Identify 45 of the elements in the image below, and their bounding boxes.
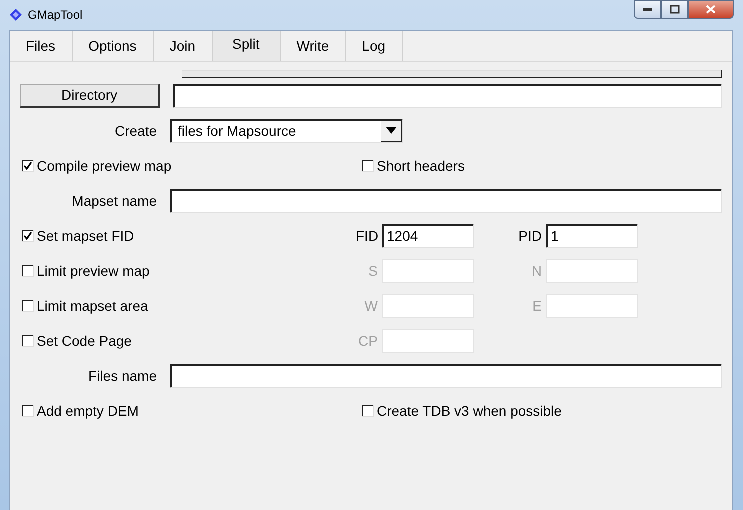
checkbox[interactable] bbox=[22, 264, 34, 276]
checkbox[interactable] bbox=[362, 160, 374, 172]
maximize-icon bbox=[670, 5, 680, 14]
checkbox-label: Create TDB v3 when possible bbox=[377, 402, 562, 418]
checkbox[interactable] bbox=[22, 300, 34, 312]
directory-field[interactable] bbox=[173, 84, 722, 108]
maximize-button[interactable] bbox=[661, 0, 688, 19]
field-label: Mapset name bbox=[71, 192, 158, 208]
create-dropdown[interactable]: files for Mapsource bbox=[170, 118, 403, 142]
checkbox-label: Limit mapset area bbox=[37, 298, 148, 314]
input-field[interactable] bbox=[170, 364, 722, 388]
window-title: GMapTool bbox=[28, 8, 84, 22]
directory-button[interactable]: Directory bbox=[20, 84, 160, 108]
checkbox-label: Short headers bbox=[377, 158, 465, 174]
field-label: Files name bbox=[88, 368, 158, 384]
input-field[interactable] bbox=[170, 188, 722, 212]
tab[interactable]: Split bbox=[212, 31, 281, 61]
checkbox[interactable] bbox=[22, 404, 34, 416]
checkbox[interactable] bbox=[22, 230, 34, 242]
checkbox-label: Set Code Page bbox=[37, 332, 132, 348]
checkbox[interactable] bbox=[22, 160, 34, 172]
tab[interactable]: Options bbox=[72, 31, 154, 61]
field-label: S bbox=[368, 262, 379, 278]
checkbox[interactable] bbox=[362, 404, 374, 416]
checkbox-label: Compile preview map bbox=[37, 158, 172, 174]
field-label: N bbox=[530, 262, 543, 278]
app-icon bbox=[10, 9, 22, 21]
field-label: E bbox=[532, 298, 543, 314]
minimize-icon bbox=[643, 8, 652, 11]
input-field[interactable]: 1 bbox=[546, 224, 638, 248]
field-label: Create bbox=[114, 122, 158, 138]
minimize-button[interactable] bbox=[634, 0, 661, 19]
checkbox[interactable] bbox=[22, 334, 34, 346]
field-label: W bbox=[364, 298, 379, 314]
checkbox-label: Add empty DEM bbox=[37, 402, 139, 418]
input-field[interactable]: 1204 bbox=[382, 224, 474, 248]
dropdown-arrow-icon bbox=[386, 127, 396, 134]
field-label: PID bbox=[518, 228, 543, 244]
tab[interactable]: Write bbox=[280, 31, 346, 61]
field-label: CP bbox=[358, 332, 379, 348]
close-button[interactable] bbox=[688, 0, 734, 19]
checkbox-label: Set mapset FID bbox=[37, 228, 134, 244]
field-label: FID bbox=[356, 228, 380, 244]
close-icon bbox=[706, 5, 716, 14]
checkbox-label: Limit preview map bbox=[37, 262, 150, 278]
